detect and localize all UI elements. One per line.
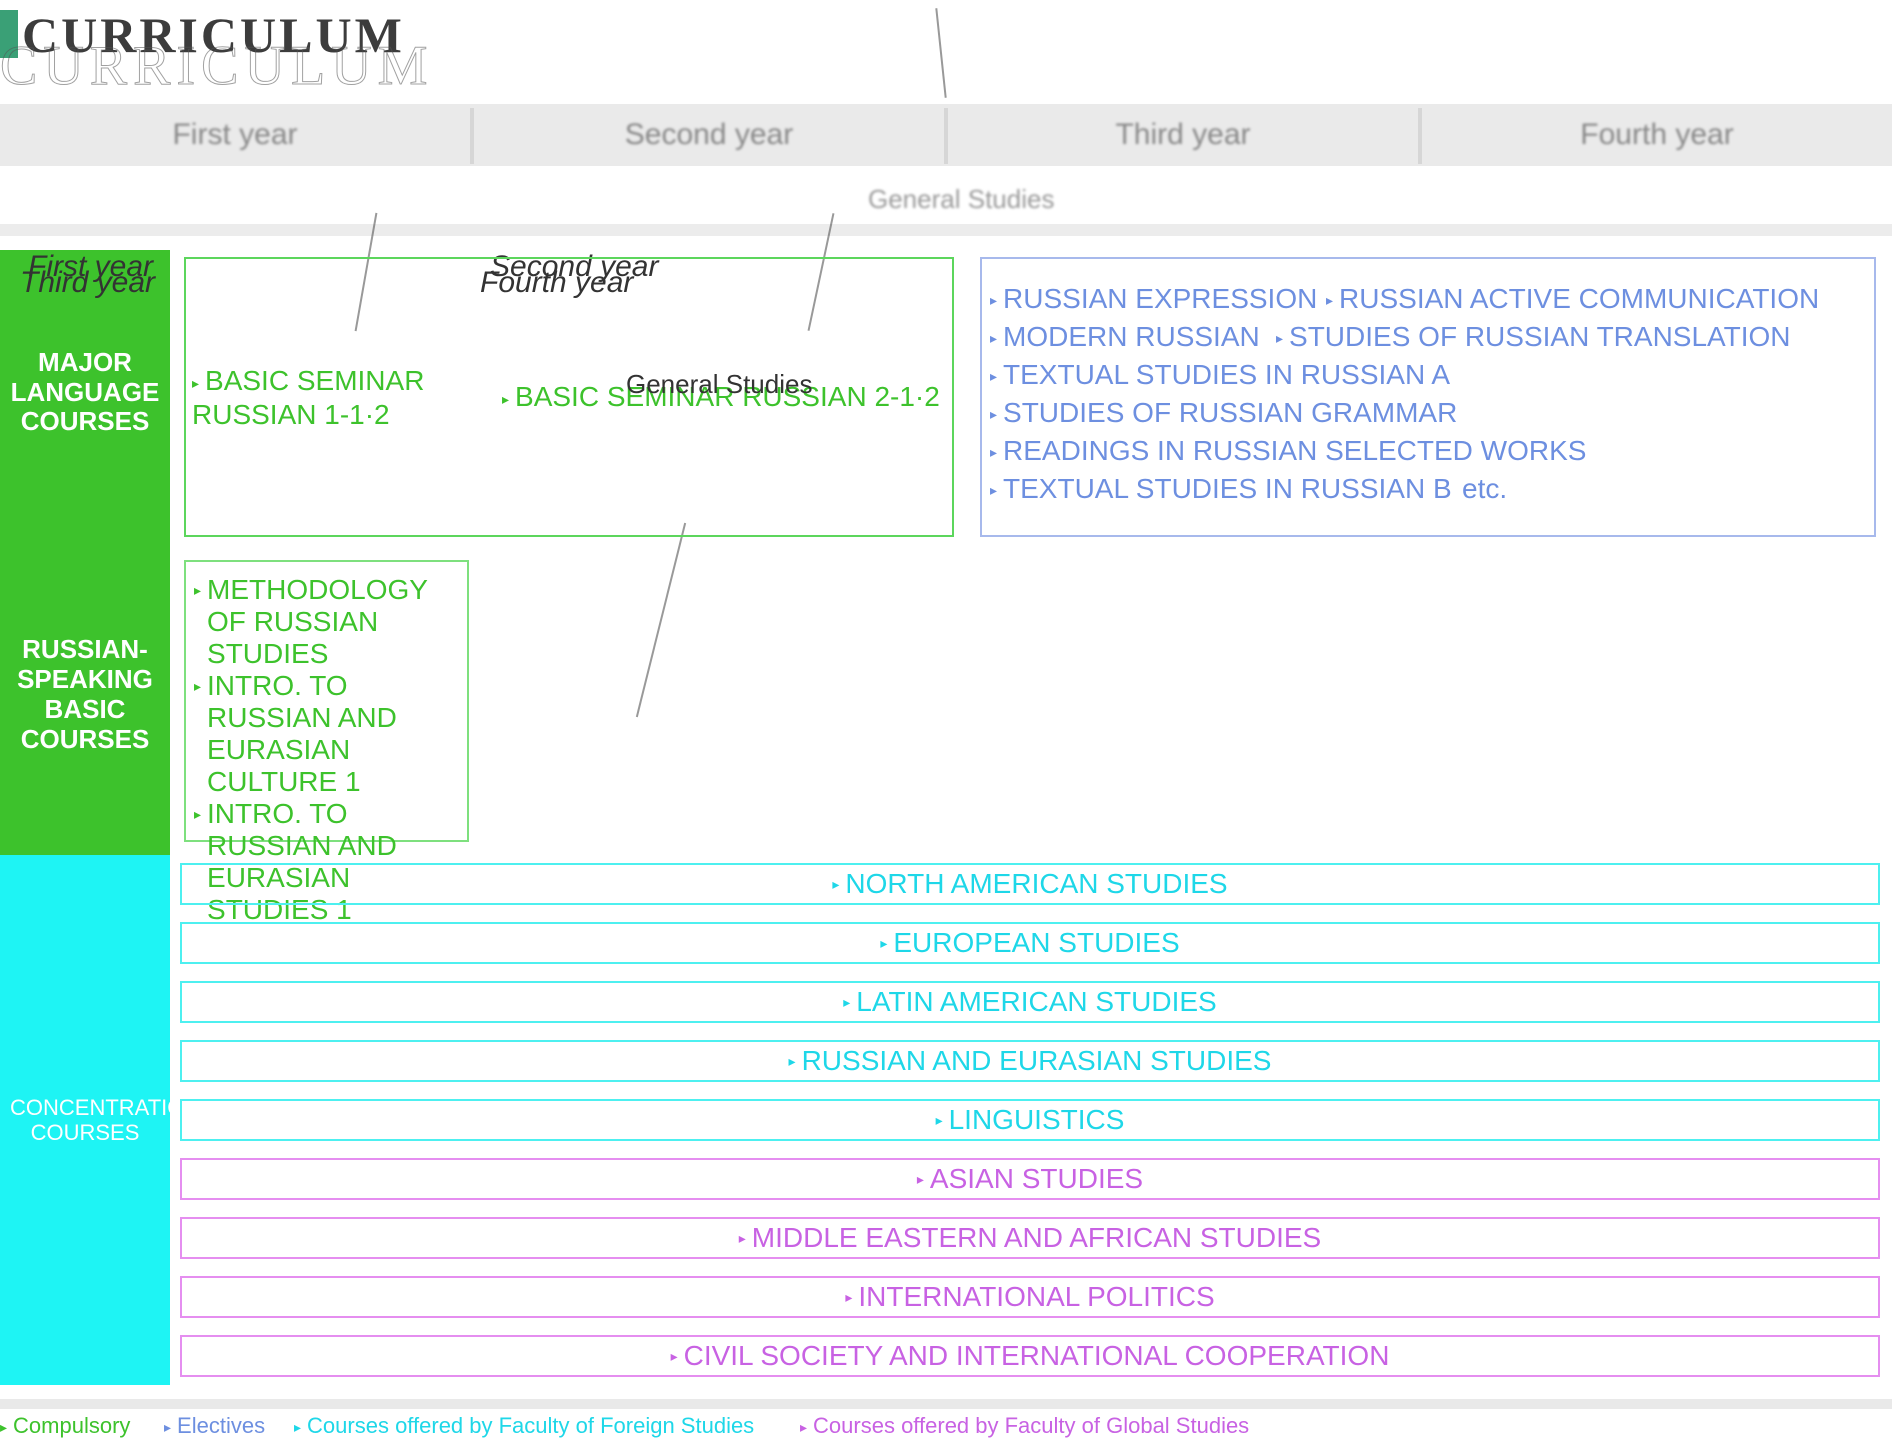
general-studies-ghost: General Studies [626, 369, 813, 399]
course-label: BASIC SEMINAR RUSSIAN 1-1·2 [192, 365, 425, 430]
legend-label: Electives [177, 1413, 266, 1438]
elective-item[interactable]: ▸ MODERN RUSSIAN [990, 321, 1260, 353]
elective-item[interactable]: ▸ RUSSIAN ACTIVE COMMUNICATION [1326, 283, 1819, 315]
year-header: First year Second year Third year Fourth… [0, 104, 1892, 166]
triangle-right-icon: ▸ [192, 374, 200, 391]
year-header-fourth: Fourth year [1580, 118, 1734, 151]
concentration-label: MIDDLE EASTERN AND AFRICAN STUDIES [751, 1222, 1322, 1253]
concentration-row[interactable]: ▸ LATIN AMERICAN STUDIES [180, 981, 1880, 1023]
concentration-label: ASIAN STUDIES [929, 1163, 1144, 1194]
concentration-label: RUSSIAN AND EURASIAN STUDIES [801, 1045, 1272, 1076]
concentration-row[interactable]: ▸ INTERNATIONAL POLITICS [180, 1276, 1880, 1318]
elective-courses-box: ▸ RUSSIAN EXPRESSION ▸ RUSSIAN ACTIVE COMM… [980, 257, 1876, 537]
triangle-right-icon: ▸ [294, 1418, 302, 1435]
elective-item[interactable]: ▸ READINGS IN RUSSIAN SELECTED WORKS [990, 435, 1586, 467]
triangle-right-icon: ▸ [916, 1170, 924, 1187]
concentration-label: LATIN AMERICAN STUDIES [856, 986, 1217, 1017]
triangle-right-icon: ▸ [800, 1418, 808, 1435]
triangle-right-icon: ▸ [0, 1418, 8, 1435]
triangle-right-icon: ▸ [194, 806, 202, 822]
category-russian-basic: RUSSIAN-SPEAKING BASIC COURSES [0, 535, 170, 855]
legend-label: Courses offered by Faculty of Global Stu… [813, 1413, 1250, 1438]
triangle-right-icon: ▸ [990, 292, 998, 309]
elective-etc: etc. [1462, 473, 1508, 504]
legend-foreign-studies: ▸ Courses offered by Faculty of Foreign S… [294, 1413, 754, 1439]
concentration-row[interactable]: ▸ CIVIL SOCIETY AND INTERNATIONAL COOPERA… [180, 1335, 1880, 1377]
concentration-label: NORTH AMERICAN STUDIES [845, 868, 1228, 899]
general-studies-label: General Studies [868, 184, 1055, 214]
triangle-right-icon: ▸ [990, 482, 998, 499]
triangle-right-icon: ▸ [788, 1052, 796, 1069]
legend-compulsory: ▸ Compulsory [0, 1413, 130, 1439]
elective-label: STUDIES OF RUSSIAN GRAMMAR [1003, 397, 1458, 428]
course-label: INTRO. TO RUSSIAN AND EURASIAN STUDIES 1 [207, 798, 397, 925]
concentration-row[interactable]: ▸ NORTH AMERICAN STUDIES [180, 863, 1880, 905]
concentration-row[interactable]: ▸ EUROPEAN STUDIES [180, 922, 1880, 964]
concentration-label: LINGUISTICS [948, 1104, 1125, 1135]
course-item[interactable]: ▸ INTRO. TO RUSSIAN AND EURASIAN CULTURE … [194, 670, 459, 798]
legend-divider [0, 1399, 1892, 1409]
year-header-second: Second year [624, 118, 794, 151]
triangle-right-icon: ▸ [502, 390, 510, 407]
elective-label: MODERN RUSSIAN [1003, 321, 1260, 352]
category-label: MAJOR LANGUAGE COURSES [10, 346, 160, 437]
elective-label: STUDIES OF RUSSIAN TRANSLATION [1289, 321, 1791, 352]
general-studies-bar [0, 224, 1892, 236]
elective-item[interactable]: ▸ STUDIES OF RUSSIAN TRANSLATION [1276, 321, 1791, 353]
triangle-right-icon: ▸ [990, 444, 998, 461]
triangle-right-icon: ▸ [164, 1418, 172, 1435]
triangle-right-icon: ▸ [670, 1347, 678, 1364]
triangle-right-icon: ▸ [880, 934, 888, 951]
triangle-right-icon: ▸ [845, 1288, 853, 1305]
course-label: INTRO. TO RUSSIAN AND EURASIAN CULTURE 1 [207, 670, 397, 797]
triangle-right-icon: ▸ [1326, 292, 1334, 309]
triangle-right-icon: ▸ [194, 678, 202, 694]
elective-item[interactable]: ▸ TEXTUAL STUDIES IN RUSSIAN B [990, 473, 1452, 505]
course-item[interactable]: ▸ METHODOLOGY OF RUSSIAN STUDIES [194, 574, 459, 670]
ghost-third-year: Third year [20, 266, 156, 299]
course-item[interactable]: ▸ INTRO. TO RUSSIAN AND EURASIAN STUDIES … [194, 798, 459, 926]
triangle-right-icon: ▸ [990, 406, 998, 423]
triangle-right-icon: ▸ [738, 1229, 746, 1246]
elective-label: TEXTUAL STUDIES IN RUSSIAN B [1003, 473, 1452, 504]
category-label: CONCENTRATIONS COURSES [10, 1094, 215, 1145]
triangle-right-icon: ▸ [1276, 330, 1284, 347]
legend-label: Compulsory [13, 1413, 131, 1438]
major-courses-box: ▸ BASIC SEMINAR RUSSIAN 1-1·2 ▸ BASIC SEMI… [184, 257, 954, 537]
elective-label: READINGS IN RUSSIAN SELECTED WORKS [1003, 435, 1587, 466]
concentration-label: CIVIL SOCIETY AND INTERNATIONAL COOPERAT… [683, 1340, 1390, 1371]
course-label: METHODOLOGY OF RUSSIAN STUDIES [207, 574, 428, 669]
category-concentrations: CONCENTRATIONS COURSES [0, 855, 215, 1385]
year-header-third: Third year [1115, 118, 1251, 151]
triangle-right-icon: ▸ [935, 1111, 943, 1128]
concentration-row[interactable]: ▸ ASIAN STUDIES [180, 1158, 1880, 1200]
elective-label: RUSSIAN ACTIVE COMMUNICATION [1339, 283, 1820, 314]
page-title-ghost: CURRICULUM [0, 35, 434, 98]
scratch-line [935, 8, 947, 98]
legend-label: Courses offered by Faculty of Foreign St… [307, 1413, 755, 1438]
triangle-right-icon: ▸ [990, 330, 998, 347]
elective-item[interactable]: ▸ STUDIES OF RUSSIAN GRAMMAR [990, 397, 1457, 429]
course-item[interactable]: ▸ BASIC SEMINAR RUSSIAN 1-1·2 [192, 365, 472, 431]
concentration-label: EUROPEAN STUDIES [893, 927, 1180, 958]
concentration-row[interactable]: ▸ MIDDLE EASTERN AND AFRICAN STUDIES [180, 1217, 1880, 1259]
concentration-label: INTERNATIONAL POLITICS [858, 1281, 1215, 1312]
concentration-row[interactable]: ▸ RUSSIAN AND EURASIAN STUDIES [180, 1040, 1880, 1082]
triangle-right-icon: ▸ [990, 368, 998, 385]
triangle-right-icon: ▸ [843, 993, 851, 1010]
basic-courses-box: ▸ METHODOLOGY OF RUSSIAN STUDIES ▸ INTRO. … [184, 560, 469, 925]
elective-label: RUSSIAN EXPRESSION [1003, 283, 1318, 314]
elective-item[interactable]: ▸ RUSSIAN EXPRESSION [990, 283, 1317, 315]
year-header-first: First year [172, 118, 298, 151]
legend-electives: ▸ Electives [164, 1413, 265, 1439]
elective-item[interactable]: ▸ TEXTUAL STUDIES IN RUSSIAN A [990, 359, 1450, 391]
scratch-line [635, 522, 687, 718]
elective-label: TEXTUAL STUDIES IN RUSSIAN A [1003, 359, 1451, 390]
legend-global-studies: ▸ Courses offered by Faculty of Global St… [800, 1413, 1249, 1439]
triangle-right-icon: ▸ [832, 875, 840, 892]
triangle-right-icon: ▸ [194, 582, 202, 598]
category-label: RUSSIAN-SPEAKING BASIC COURSES [17, 634, 153, 754]
concentration-row[interactable]: ▸ LINGUISTICS [180, 1099, 1880, 1141]
